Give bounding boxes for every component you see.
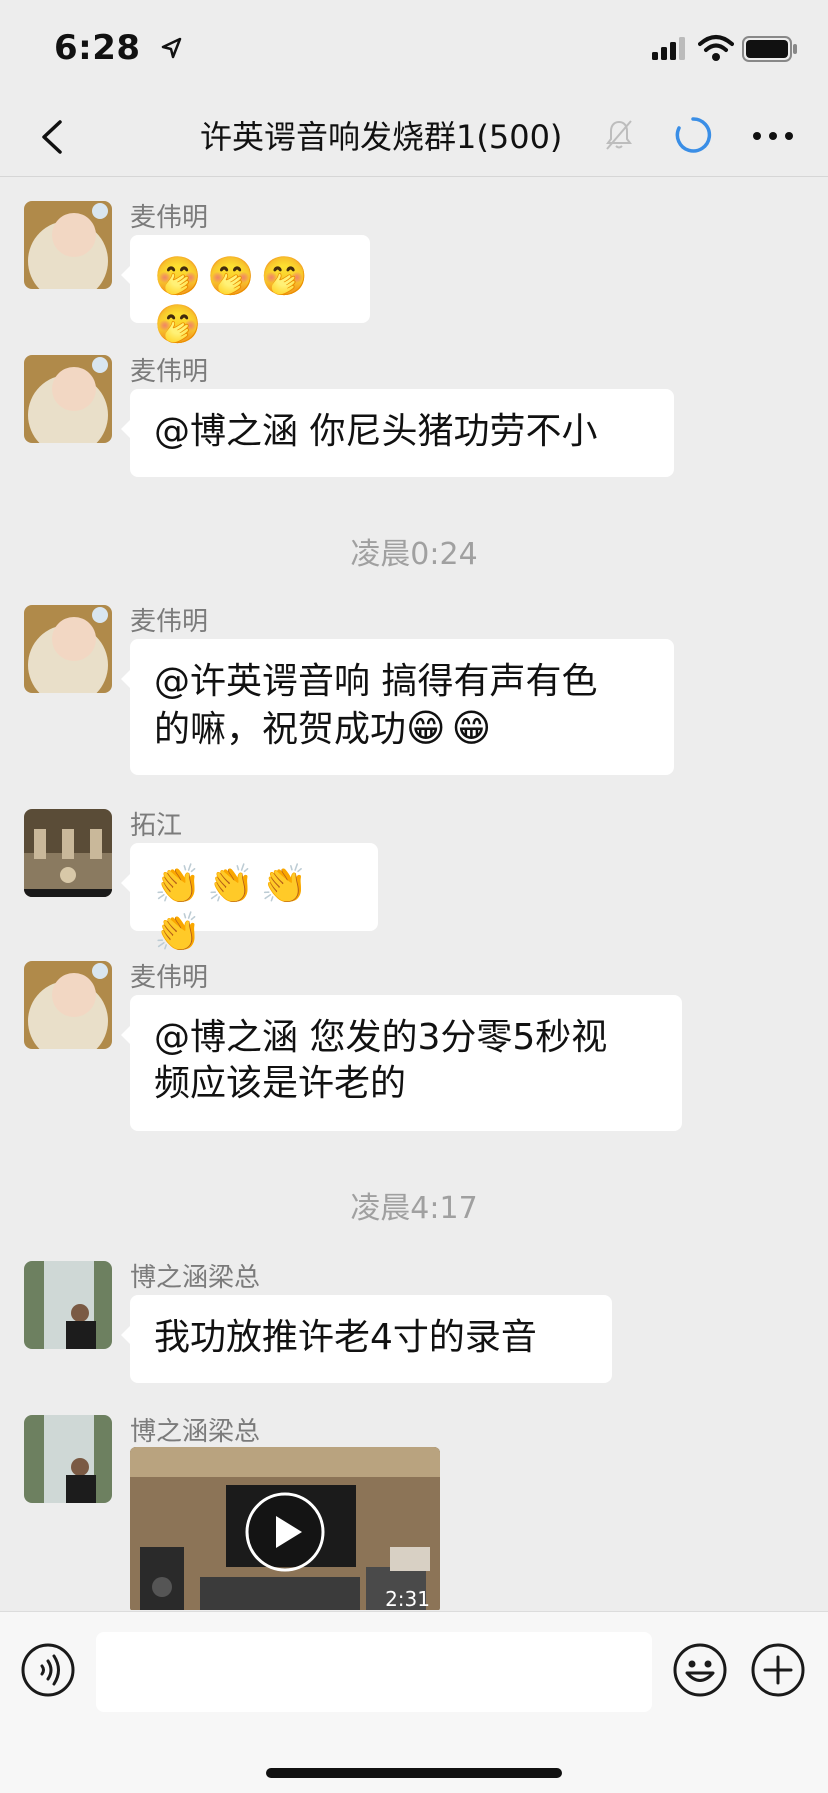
more-dots-icon[interactable] xyxy=(748,118,798,154)
sender-name: 博之涵梁总 xyxy=(130,1417,261,1447)
sender-name: 麦伟明 xyxy=(130,357,209,387)
emoji-hand-over-mouth: 🤭 xyxy=(154,302,202,346)
wifi-icon xyxy=(698,35,734,61)
message-text-line: 的嘛，祝贺成功😁 😁 xyxy=(154,705,650,753)
chat-header: 许英谔音响发烧群1(500) xyxy=(0,98,828,177)
message-text-line: @许英谔音响 搞得有声有色 xyxy=(154,661,598,702)
message-bubble[interactable]: @许英谔音响 搞得有声有色 的嘛，祝贺成功😁 😁 xyxy=(121,639,674,775)
sender-name: 博之涵梁总 xyxy=(130,1263,261,1293)
chat-title-container: 许英谔音响发烧群1(500) xyxy=(200,112,640,162)
sender-name: 麦伟明 xyxy=(130,607,209,637)
avatar-amplifier[interactable] xyxy=(24,809,112,897)
sender-name: 麦伟明 xyxy=(130,963,209,993)
loading-ring-icon xyxy=(675,117,712,153)
emoji-grinning: 😁 xyxy=(406,706,446,750)
message-text: 的嘛，祝贺成功 xyxy=(154,709,407,750)
play-icon[interactable] xyxy=(244,1491,326,1573)
emoji-clapping-hands: 👏 xyxy=(154,862,202,906)
status-time: 6:28 xyxy=(54,28,141,68)
voice-icon[interactable] xyxy=(20,1642,76,1698)
sender-name: 麦伟明 xyxy=(130,203,209,233)
location-arrow-icon xyxy=(161,37,182,59)
emoji-clapping-hands: 👏 xyxy=(154,910,202,954)
emoji-clapping-hands: 👏 xyxy=(260,862,308,906)
avatar-waterfall-man[interactable] xyxy=(24,1415,112,1503)
emoji-clapping-hands: 👏 xyxy=(207,862,255,906)
emoji-hand-over-mouth: 🤭 xyxy=(154,254,202,298)
bell-muted-icon xyxy=(606,120,632,150)
message-bubble[interactable]: 我功放推许老4寸的录音 xyxy=(121,1295,612,1383)
input-bar xyxy=(0,1611,828,1793)
message-bubble[interactable]: 🤭 🤭 🤭🤭 xyxy=(121,235,370,346)
emoji-grinning: 😁 xyxy=(451,706,492,750)
video-message[interactable]: 2:31 xyxy=(130,1447,440,1610)
status-bar: 6:28 xyxy=(0,0,828,98)
message-bubble[interactable]: @博之涵 你尼头猪功劳不小 xyxy=(121,389,674,477)
emoji-hand-over-mouth: 🤭 xyxy=(260,254,308,298)
battery-icon xyxy=(742,36,797,62)
video-duration: 2:31 xyxy=(385,1587,430,1610)
message-bubble[interactable]: @博之涵 您发的3分零5秒视 频应该是许老的 xyxy=(121,995,682,1131)
home-indicator xyxy=(266,1768,562,1778)
sender-name: 拓江 xyxy=(130,811,183,841)
avatar-baby[interactable] xyxy=(24,201,112,289)
message-text-line: 频应该是许老的 xyxy=(154,1063,407,1104)
message-text-line: @博之涵 您发的3分零5秒视 xyxy=(154,1017,608,1058)
chat-title: 许英谔音响发烧群1(500) xyxy=(200,118,563,156)
avatar-baby[interactable] xyxy=(24,605,112,693)
avatar-baby[interactable] xyxy=(24,355,112,443)
message-bubble[interactable]: 👏 👏 👏👏 xyxy=(121,843,378,954)
message-input[interactable] xyxy=(96,1632,652,1712)
emoji-hand-over-mouth: 🤭 xyxy=(207,254,255,298)
timestamp-separator: 凌晨0:24 xyxy=(350,537,478,572)
message-list[interactable]: 麦伟明 🤭 🤭 🤭🤭 麦伟明 @博之涵 你尼头猪功劳不小 凌晨0:24 麦伟明 @许… xyxy=(0,177,828,1610)
timestamp-separator: 凌晨4:17 xyxy=(350,1191,478,1226)
emoji-icon[interactable] xyxy=(672,1642,728,1698)
avatar-waterfall-man[interactable] xyxy=(24,1261,112,1349)
chevron-left-icon[interactable] xyxy=(28,112,78,162)
plus-icon[interactable] xyxy=(750,1642,806,1698)
cellular-signal-icon xyxy=(652,37,685,60)
avatar-baby[interactable] xyxy=(24,961,112,1049)
